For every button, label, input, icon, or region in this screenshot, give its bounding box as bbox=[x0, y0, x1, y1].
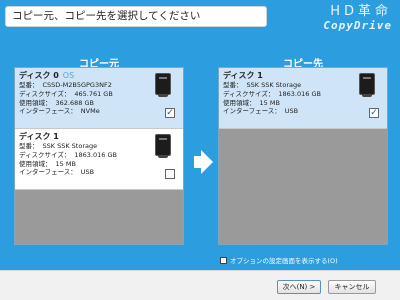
disk-interface-row: インターフェース： USB bbox=[223, 107, 299, 116]
model-value: CSSD-M2B5GPG3NF2 bbox=[42, 81, 112, 89]
model-label: 型番 bbox=[19, 81, 32, 89]
disk-name-text: ディスク 1 bbox=[223, 71, 263, 80]
external-drive-icon bbox=[359, 73, 375, 97]
model-value: SSK SSK Storage bbox=[246, 81, 302, 89]
used-value: 362.688 GB bbox=[55, 98, 94, 107]
arrow-right-icon-head bbox=[201, 150, 213, 174]
next-button[interactable]: 次へ(N) > bbox=[277, 280, 321, 294]
interface-label: インターフェース bbox=[19, 107, 71, 116]
os-badge: OS bbox=[62, 71, 75, 80]
instruction-text: コピー元、コピー先を選択してください bbox=[5, 6, 267, 27]
show-options-row[interactable]: オプションの設定画面を表示する(O) bbox=[220, 255, 338, 265]
show-options-checkbox[interactable] bbox=[220, 256, 227, 264]
interface-label: インターフェース bbox=[223, 107, 275, 116]
interface-label: インターフェース bbox=[19, 168, 71, 177]
source-disk-list: ディスク 0 OS 型番： CSSD-M2B5GPG3NF2 ディスクサイズ： 465… bbox=[14, 67, 184, 245]
size-label: ディスクサイズ bbox=[223, 89, 268, 98]
disk-name-text: ディスク 1 bbox=[19, 132, 59, 141]
size-label: ディスクサイズ bbox=[19, 89, 64, 98]
cancel-button[interactable]: キャンセル bbox=[328, 280, 376, 294]
disk-interface-row: インターフェース： NVMe bbox=[19, 107, 100, 116]
destination-disk-1-card[interactable]: ディスク 1 型番： SSK SSK Storage ディスクサイズ： 1863.0… bbox=[219, 68, 387, 129]
show-options-label: オプションの設定画面を表示する(O) bbox=[230, 257, 338, 265]
source-disk-1-card[interactable]: ディスク 1 型番： SSK SSK Storage ディスクサイズ： 1863.0… bbox=[15, 129, 183, 190]
app-logo: HD革命 CopyDrive bbox=[274, 4, 392, 32]
model-value: SSK SSK Storage bbox=[42, 142, 98, 150]
source-disk-1-checkbox[interactable] bbox=[165, 169, 175, 179]
disk-name-text: ディスク 0 bbox=[19, 71, 59, 80]
size-value: 1863.016 GB bbox=[278, 89, 321, 98]
model-label: 型番 bbox=[19, 142, 32, 150]
disk-interface-row: インターフェース： USB bbox=[19, 168, 95, 177]
interface-value: USB bbox=[284, 107, 299, 116]
model-label: 型番 bbox=[223, 81, 236, 89]
used-value: 15 MB bbox=[259, 98, 280, 107]
size-value: 1863.016 GB bbox=[74, 150, 117, 159]
size-value: 465.761 GB bbox=[74, 89, 113, 98]
destination-disk-list: ディスク 1 型番： SSK SSK Storage ディスクサイズ： 1863.0… bbox=[218, 67, 388, 245]
size-label: ディスクサイズ bbox=[19, 150, 64, 159]
source-disk-0-card[interactable]: ディスク 0 OS 型番： CSSD-M2B5GPG3NF2 ディスクサイズ： 465… bbox=[15, 68, 183, 129]
source-disk-0-checkbox[interactable]: ✓ bbox=[165, 108, 175, 118]
interface-value: NVMe bbox=[80, 107, 100, 116]
interface-value: USB bbox=[80, 168, 95, 177]
external-drive-icon bbox=[155, 134, 171, 158]
destination-disk-1-checkbox[interactable]: ✓ bbox=[369, 108, 379, 118]
logo-title: HD革命 bbox=[330, 4, 392, 19]
logo-subtitle: CopyDrive bbox=[323, 19, 392, 32]
nvme-drive-icon bbox=[155, 73, 171, 97]
used-value: 15 MB bbox=[55, 159, 76, 168]
